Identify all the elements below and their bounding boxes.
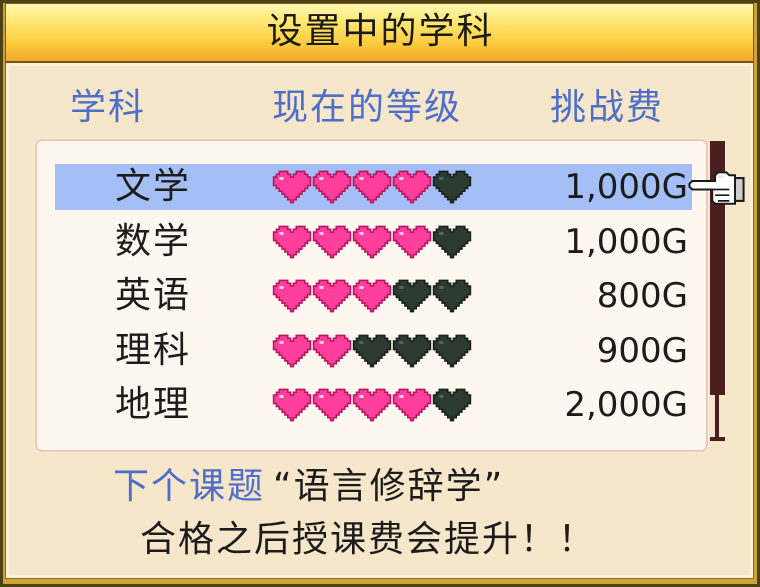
subject-name: 英语 bbox=[115, 275, 192, 316]
heart-empty-icon bbox=[432, 225, 472, 259]
heart-icon bbox=[272, 388, 312, 422]
level-hearts bbox=[272, 388, 472, 422]
level-hearts bbox=[272, 170, 472, 204]
challenge-fee: 800G bbox=[596, 276, 688, 316]
subject-name: 地理 bbox=[115, 384, 192, 425]
heart-icon bbox=[392, 225, 432, 259]
fee-increase-notice: 合格之后授课费会提升！！ bbox=[140, 519, 597, 560]
heart-icon bbox=[312, 170, 352, 204]
column-header-fee: 挑战费 bbox=[550, 87, 665, 128]
next-topic-value: “语言修辞学” bbox=[273, 466, 505, 507]
heart-icon bbox=[392, 170, 432, 204]
heart-empty-icon bbox=[432, 334, 472, 368]
level-hearts bbox=[272, 279, 472, 313]
subject-row[interactable]: 数学 1,000G bbox=[55, 219, 692, 265]
subject-row[interactable]: 地理 2,000G bbox=[55, 382, 692, 428]
heart-icon bbox=[272, 170, 312, 204]
window-title: 设置中的学科 bbox=[266, 11, 495, 52]
challenge-fee: 1,000G bbox=[564, 222, 688, 262]
subject-name: 数学 bbox=[115, 221, 192, 262]
next-topic-label: 下个课题 bbox=[113, 466, 266, 507]
level-hearts bbox=[272, 334, 472, 368]
heart-icon bbox=[272, 225, 312, 259]
level-hearts bbox=[272, 225, 472, 259]
heart-icon bbox=[272, 334, 312, 368]
heart-empty-icon bbox=[392, 334, 432, 368]
challenge-fee: 900G bbox=[596, 331, 688, 371]
heart-empty-icon bbox=[432, 279, 472, 313]
challenge-fee: 1,000G bbox=[564, 167, 688, 207]
heart-icon bbox=[392, 388, 432, 422]
subject-name: 理科 bbox=[115, 330, 192, 371]
title-bar: 设置中的学科 bbox=[5, 3, 754, 63]
scrollbar-end-cap bbox=[710, 437, 725, 441]
heart-empty-icon bbox=[352, 334, 392, 368]
heart-empty-icon bbox=[432, 388, 472, 422]
column-header-level: 现在的等级 bbox=[272, 87, 463, 128]
heart-icon bbox=[352, 279, 392, 313]
heart-icon bbox=[312, 279, 352, 313]
subject-row[interactable]: 英语 800G bbox=[55, 273, 692, 319]
heart-icon bbox=[352, 225, 392, 259]
heart-icon bbox=[312, 388, 352, 422]
subject-row[interactable]: 理科 900G bbox=[55, 328, 692, 374]
pointing-hand-icon bbox=[688, 171, 745, 205]
next-topic: 下个课题 “语言修辞学” bbox=[113, 467, 504, 507]
heart-empty-icon bbox=[432, 170, 472, 204]
heart-icon bbox=[272, 279, 312, 313]
heart-icon bbox=[352, 170, 392, 204]
column-header-subject: 学科 bbox=[70, 87, 147, 128]
heart-empty-icon bbox=[392, 279, 432, 313]
scrollbar-track[interactable] bbox=[715, 395, 719, 439]
subject-row[interactable]: 文学 1,000G bbox=[55, 164, 692, 210]
heart-icon bbox=[312, 334, 352, 368]
subject-name: 文学 bbox=[115, 166, 192, 207]
heart-icon bbox=[352, 388, 392, 422]
challenge-fee: 2,000G bbox=[564, 385, 688, 425]
heart-icon bbox=[312, 225, 352, 259]
